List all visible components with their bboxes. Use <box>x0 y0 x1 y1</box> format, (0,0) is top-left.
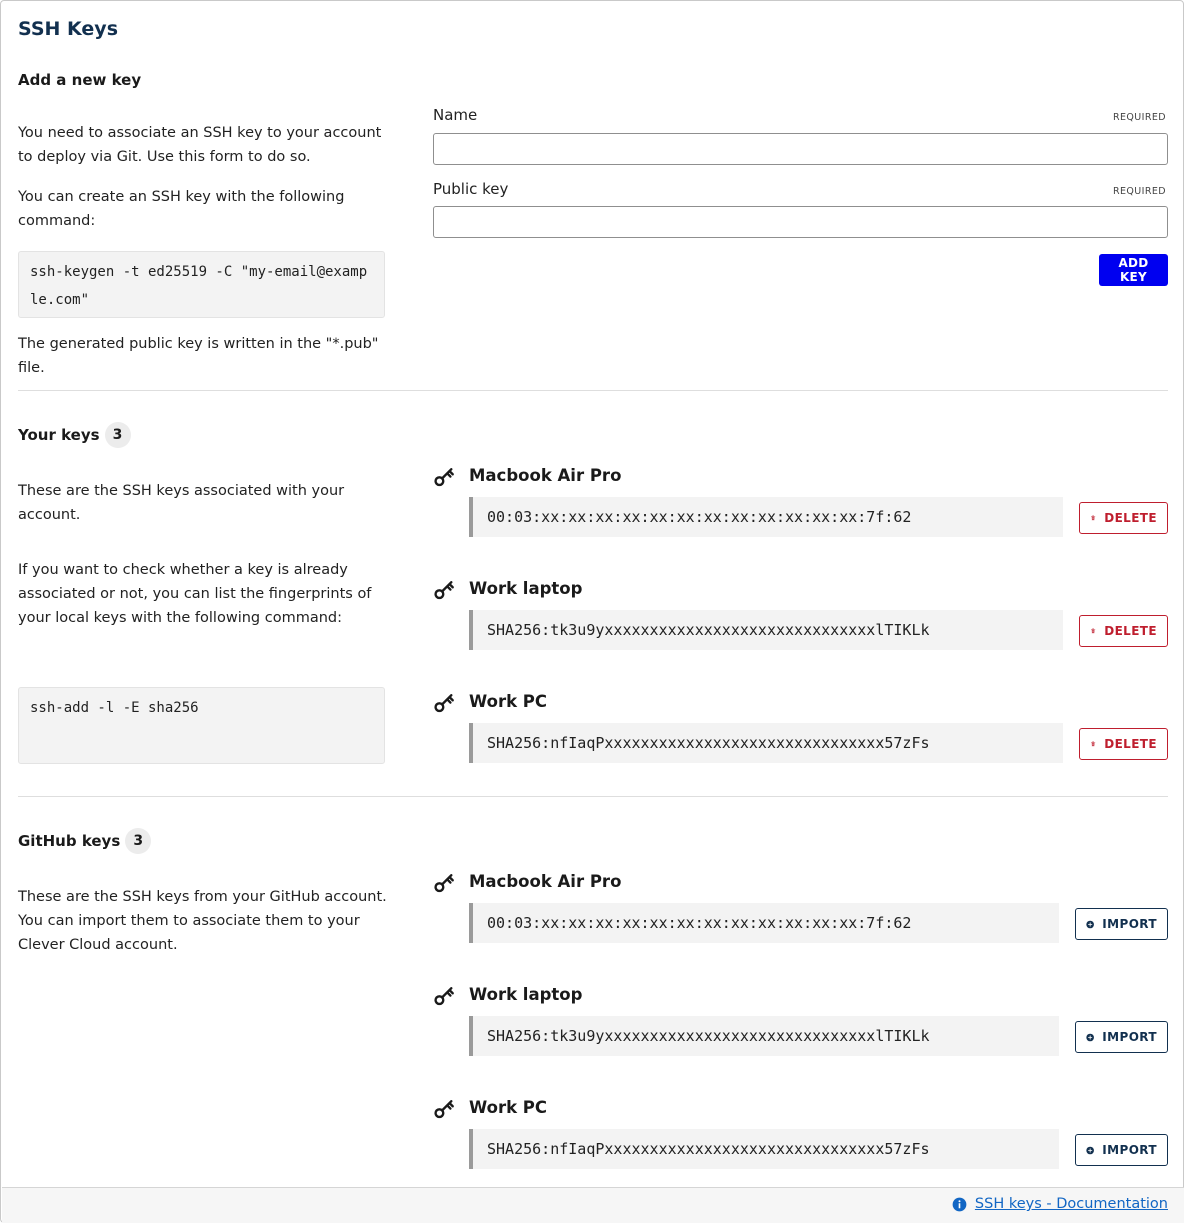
section-divider <box>18 390 1168 391</box>
add-key-command-intro: You can create an SSH key with the follo… <box>18 189 345 229</box>
import-button-label: IMPORT <box>1102 1143 1157 1157</box>
key-icon <box>434 1100 454 1119</box>
documentation-link[interactable]: SSH keys - Documentation <box>952 1196 1168 1212</box>
import-key-button[interactable]: IMPORT <box>1075 908 1168 940</box>
key-icon <box>434 468 454 487</box>
key-name: Macbook Air Pro <box>469 466 622 485</box>
key-icon <box>434 581 454 600</box>
pub-file-note: The generated public key is written in t… <box>18 336 379 376</box>
section-divider <box>18 796 1168 797</box>
your-keys-heading: Your keys 3 <box>18 422 131 448</box>
your-key-item: Macbook Air Pro 00:03:xx:xx:xx:xx:xx:xx:… <box>433 466 1168 546</box>
github-key-item: Macbook Air Pro 00:03:xx:xx:xx:xx:xx:xx:… <box>433 872 1168 952</box>
add-key-description: You need to associate an SSH key to your… <box>18 125 382 165</box>
add-key-button[interactable]: ADD KEY <box>1099 254 1168 286</box>
trash-icon <box>1091 741 1096 747</box>
github-keys-count-badge: 3 <box>125 828 152 854</box>
your-key-item: Work PC SHA256:nfIaqPxxxxxxxxxxxxxxxxxxx… <box>433 692 1168 772</box>
delete-key-button[interactable]: DELETE <box>1079 502 1168 534</box>
github-keys-heading-text: GitHub keys <box>18 832 121 850</box>
delete-key-button[interactable]: DELETE <box>1079 728 1168 760</box>
your-key-item: Work laptop SHA256:tk3u9yxxxxxxxxxxxxxxx… <box>433 579 1168 659</box>
add-key-heading: Add a new key <box>18 68 141 92</box>
public-key-input[interactable] <box>433 206 1168 238</box>
key-name: Work PC <box>469 692 548 711</box>
card-footer: SSH keys - Documentation <box>2 1187 1184 1223</box>
key-icon <box>434 874 454 893</box>
name-required-label: REQUIRED <box>1113 112 1166 123</box>
public-key-label: Public key <box>433 180 509 198</box>
key-fingerprint: 00:03:xx:xx:xx:xx:xx:xx:xx:xx:xx:xx:xx:x… <box>469 497 1063 537</box>
key-fingerprint: SHA256:nfIaqPxxxxxxxxxxxxxxxxxxxxxxxxxxx… <box>469 723 1063 763</box>
your-keys-description: These are the SSH keys associated with y… <box>18 483 345 523</box>
ssh-keys-card: SSH Keys Add a new key You need to assoc… <box>0 0 1184 1223</box>
ssh-add-command[interactable]: ssh-add -l -E sha256 <box>18 687 385 764</box>
key-icon <box>434 694 454 713</box>
your-keys-heading-text: Your keys <box>18 426 100 444</box>
import-key-button[interactable]: IMPORT <box>1075 1021 1168 1053</box>
ssh-keygen-command[interactable]: ssh-keygen -t ed25519 -C "my-email@examp… <box>18 251 385 318</box>
info-icon <box>952 1197 967 1211</box>
delete-button-label: DELETE <box>1104 624 1157 638</box>
key-name: Work PC <box>469 1098 548 1117</box>
plus-circle-icon <box>1086 1146 1094 1154</box>
documentation-link-label: SSH keys - Documentation <box>974 1196 1168 1212</box>
add-key-heading-text: Add a new key <box>18 71 142 89</box>
public-key-required-label: REQUIRED <box>1113 186 1166 197</box>
delete-button-label: DELETE <box>1104 511 1157 525</box>
import-key-button[interactable]: IMPORT <box>1075 1134 1168 1166</box>
github-keys-description: These are the SSH keys from your GitHub … <box>18 889 387 953</box>
trash-icon <box>1091 515 1096 521</box>
github-key-item: Work PC SHA256:nfIaqPxxxxxxxxxxxxxxxxxxx… <box>433 1098 1168 1178</box>
github-keys-heading: GitHub keys 3 <box>18 828 152 854</box>
key-icon <box>434 987 454 1006</box>
fingerprint-check-intro: If you want to check whether a key is al… <box>18 562 372 626</box>
key-fingerprint: SHA256:tk3u9yxxxxxxxxxxxxxxxxxxxxxxxxxxx… <box>469 610 1063 650</box>
page-title: SSH Keys <box>18 18 119 40</box>
delete-key-button[interactable]: DELETE <box>1079 615 1168 647</box>
plus-circle-icon <box>1086 1033 1094 1041</box>
name-input[interactable] <box>433 133 1168 165</box>
key-name: Macbook Air Pro <box>469 872 622 891</box>
key-fingerprint: 00:03:xx:xx:xx:xx:xx:xx:xx:xx:xx:xx:xx:x… <box>469 903 1059 943</box>
import-button-label: IMPORT <box>1102 917 1157 931</box>
your-keys-count-badge: 3 <box>104 422 131 448</box>
github-key-item: Work laptop SHA256:tk3u9yxxxxxxxxxxxxxxx… <box>433 985 1168 1065</box>
key-fingerprint: SHA256:nfIaqPxxxxxxxxxxxxxxxxxxxxxxxxxxx… <box>469 1129 1059 1169</box>
key-fingerprint: SHA256:tk3u9yxxxxxxxxxxxxxxxxxxxxxxxxxxx… <box>469 1016 1059 1056</box>
plus-circle-icon <box>1086 920 1094 928</box>
trash-icon <box>1091 628 1096 634</box>
delete-button-label: DELETE <box>1104 737 1157 751</box>
key-name: Work laptop <box>469 579 583 598</box>
name-label: Name <box>433 106 478 124</box>
key-name: Work laptop <box>469 985 583 1004</box>
import-button-label: IMPORT <box>1102 1030 1157 1044</box>
